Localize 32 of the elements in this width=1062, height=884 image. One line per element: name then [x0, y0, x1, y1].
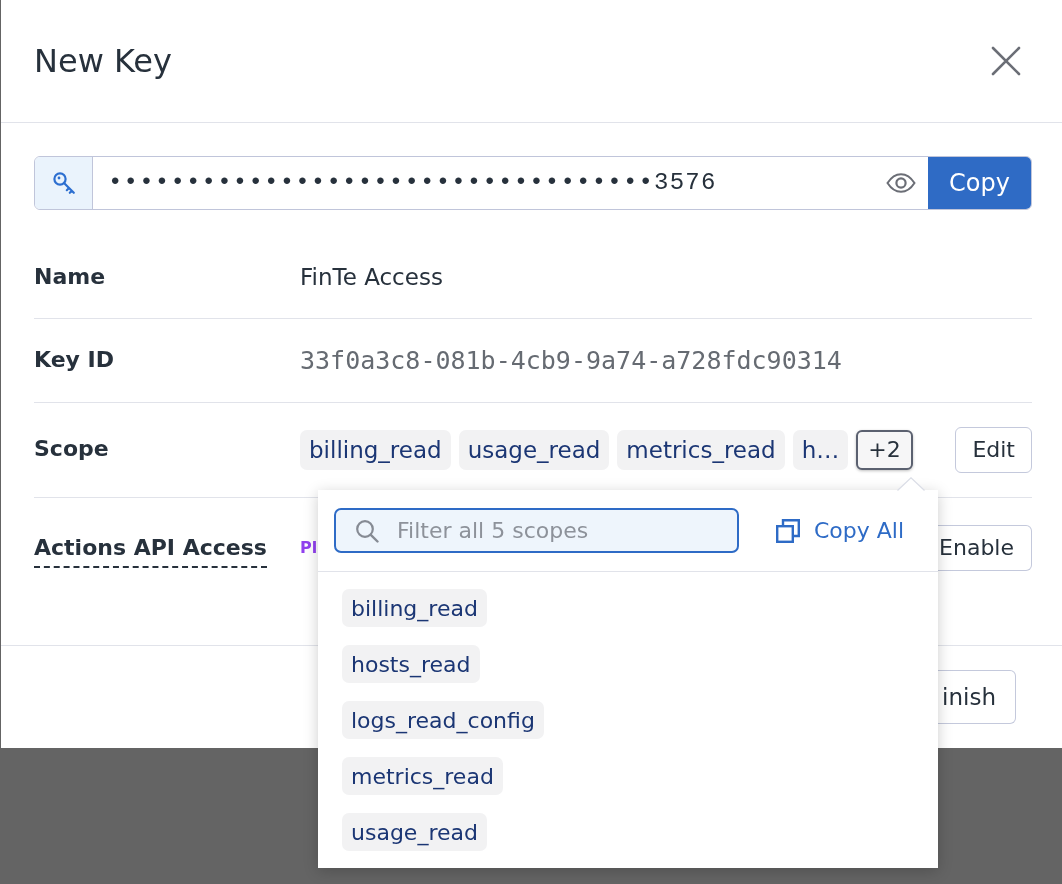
field-label: Actions API Access [34, 535, 267, 568]
enable-button[interactable]: Enable [937, 524, 1032, 571]
field-label: Key ID [34, 346, 115, 374]
copy-all-link[interactable]: Copy All [776, 518, 905, 543]
field-value: Pl [300, 538, 318, 557]
field-value: FinTe Access [300, 264, 443, 290]
edit-button[interactable]: Edit [955, 426, 1032, 473]
dialog-title: New Key [34, 41, 172, 80]
close-icon [991, 45, 1021, 76]
finish-button[interactable]: inish [938, 670, 1016, 724]
scope-tag: hosts_read [342, 645, 480, 683]
close-button[interactable] [991, 45, 1021, 76]
scope-tag: billing_read [342, 589, 487, 627]
eye-icon[interactable] [886, 172, 916, 193]
api-key-field[interactable]: •••••••••••••••••••••••••••••••••••3576 Copy [34, 155, 1032, 210]
api-key-value: •••••••••••••••••••••••••••••••••••3576 [107, 169, 718, 196]
scope-tag: h… [792, 429, 849, 470]
scope-tag: usage_read [458, 429, 610, 470]
field-label: Scope [34, 436, 109, 463]
field-label: Name [34, 263, 106, 291]
scope-tag: usage_read [342, 813, 487, 851]
copy-icon [776, 518, 800, 543]
key-icon [51, 170, 76, 195]
scope-tag: metrics_read [342, 757, 503, 795]
scope-tag: metrics_read [617, 429, 785, 470]
scope-tag: billing_read [300, 429, 451, 470]
copy-button[interactable]: Copy [928, 156, 1031, 209]
search-icon [355, 518, 379, 543]
search-field[interactable]: Filter all 5 scopes [334, 508, 739, 553]
key-id-value: 33f0a3c8-081b-4cb9-9a74-a728fdc90314 [300, 345, 842, 375]
scope-tag: logs_read_config [342, 701, 544, 739]
more-scopes-button[interactable]: +2 [856, 429, 913, 470]
